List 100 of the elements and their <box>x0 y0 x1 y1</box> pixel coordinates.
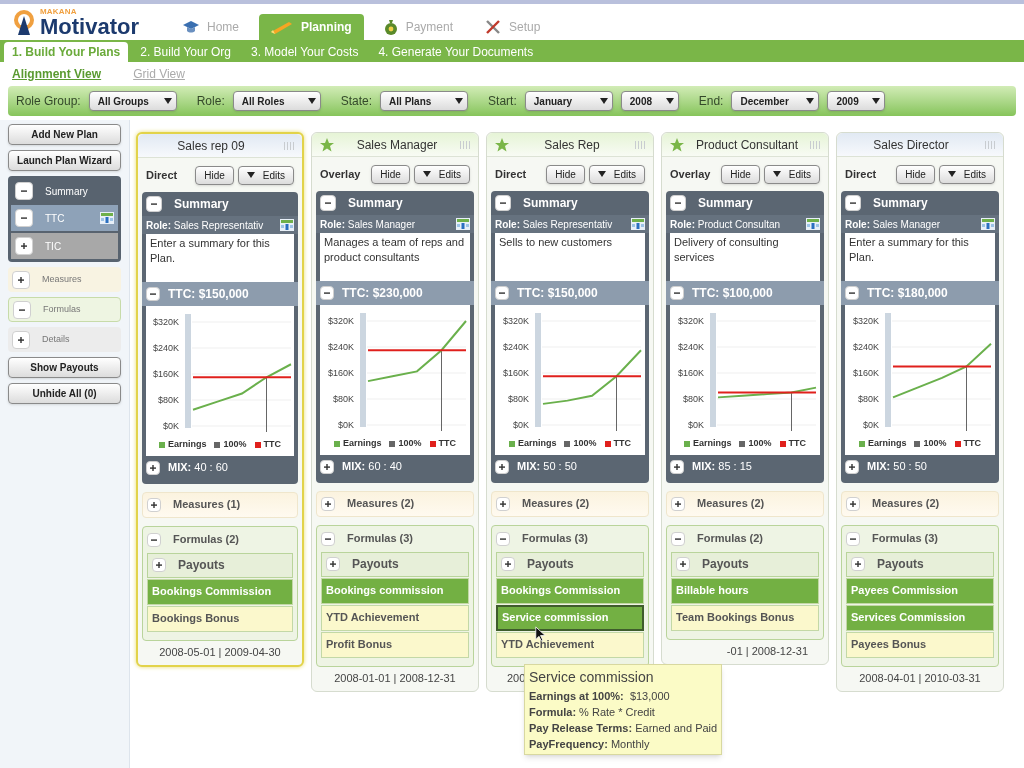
toggle-button[interactable] <box>670 195 686 211</box>
toggle-button[interactable] <box>501 557 515 571</box>
hide-button[interactable]: Hide <box>721 164 760 184</box>
toggle-button[interactable] <box>320 459 334 474</box>
filter-label: Role Group: <box>16 93 81 110</box>
summary-field[interactable]: Enter a summary for this Plan. <box>146 234 294 282</box>
select-field[interactable]: All Plans <box>380 91 469 111</box>
toggle-button[interactable] <box>670 286 684 300</box>
summary-field[interactable]: Enter a summary for this Plan. <box>845 233 995 281</box>
toggle-button[interactable] <box>15 182 33 200</box>
sidebar-button[interactable]: Add New Plan <box>8 124 121 145</box>
edits-button[interactable]: Edits <box>763 164 820 184</box>
payouts-row[interactable]: Payouts <box>147 552 293 578</box>
payouts-row[interactable]: Payouts <box>321 551 469 577</box>
formula-item[interactable]: Team Bookings Bonus <box>671 604 819 631</box>
toggle-button[interactable] <box>326 557 340 571</box>
section-title: Measures (2) <box>697 496 765 512</box>
toggle-button[interactable] <box>495 459 509 474</box>
hide-button[interactable]: Hide <box>896 164 935 184</box>
toggle-button[interactable] <box>320 286 334 300</box>
hide-button[interactable]: Hide <box>546 164 585 184</box>
panel-title: Summary <box>348 195 403 212</box>
formula-item[interactable]: YTD Achievement <box>496 631 644 658</box>
toggle-button[interactable] <box>495 286 509 300</box>
sidebar-section[interactable]: Formulas <box>8 297 121 322</box>
toggle-button[interactable] <box>845 195 861 211</box>
summary-field[interactable]: Delivery of consulting services <box>670 233 820 281</box>
hide-button[interactable]: Hide <box>195 165 234 185</box>
y-tick: $160K <box>677 368 704 378</box>
select-field[interactable]: December <box>731 91 820 111</box>
toggle-button[interactable] <box>845 459 859 474</box>
toggle-button[interactable] <box>321 496 335 511</box>
legend-item: Earnings <box>333 437 382 451</box>
toggle-button[interactable] <box>15 237 33 255</box>
sidebar-button[interactable]: Show Payouts <box>8 357 121 378</box>
caret-icon <box>246 172 255 178</box>
formula-item[interactable]: YTD Achievement <box>321 604 469 631</box>
minus-icon <box>849 199 857 207</box>
payouts-row[interactable]: Payouts <box>496 551 644 577</box>
plan-title: Sales rep 09 <box>176 137 246 155</box>
hide-button[interactable]: Hide <box>371 164 410 184</box>
toggle-button[interactable] <box>15 209 33 227</box>
sidebar-button[interactable]: Launch Plan Wizard <box>8 150 121 171</box>
summary-field[interactable]: Sells to new customers <box>495 233 645 281</box>
payouts-row[interactable]: Payouts <box>846 551 994 577</box>
org-chart-icon <box>631 218 645 230</box>
select-field[interactable]: All Groups <box>88 91 177 111</box>
toggle-button[interactable] <box>495 195 511 211</box>
toggle-button[interactable] <box>671 496 685 511</box>
toggle-button[interactable] <box>12 330 30 349</box>
toggle-button[interactable] <box>321 531 335 546</box>
edits-button[interactable]: Edits <box>413 164 470 184</box>
formula-item[interactable]: Payees Bonus <box>846 631 994 658</box>
sidebar-button[interactable]: Unhide All (0) <box>8 383 121 404</box>
edits-button[interactable]: Edits <box>237 165 294 185</box>
toggle-button[interactable] <box>146 460 160 475</box>
edits-button[interactable]: Edits <box>588 164 645 184</box>
legend-item: Earnings <box>683 437 732 451</box>
toggle-button[interactable] <box>320 195 336 211</box>
role-label: Role: Sales Manager <box>845 217 942 232</box>
toggle-button[interactable] <box>846 531 860 546</box>
plus-icon <box>673 462 681 471</box>
select-field[interactable]: 2008 <box>620 91 679 111</box>
plus-icon <box>499 499 507 508</box>
toggle-button[interactable] <box>152 558 166 572</box>
edits-button[interactable]: Edits <box>938 164 995 184</box>
select-field[interactable]: 2009 <box>827 91 886 111</box>
legend-item: TTC <box>254 438 281 452</box>
toggle-button[interactable] <box>147 497 161 512</box>
mix-label: MIX: 60 : 40 <box>342 459 402 475</box>
toggle-button[interactable] <box>146 287 160 301</box>
toggle-button[interactable] <box>845 286 859 300</box>
y-tick: $320K <box>152 317 179 327</box>
sidebar-section[interactable]: Measures <box>8 267 121 292</box>
summary-field[interactable]: Manages a team of reps and product consultants <box>320 233 470 281</box>
toggle-button[interactable] <box>846 496 860 511</box>
toggle-button[interactable] <box>496 496 510 511</box>
toggle-button[interactable] <box>676 557 690 571</box>
select-field[interactable]: All Roles <box>232 91 321 111</box>
sidebar-section[interactable]: Details <box>8 327 121 352</box>
toggle-button[interactable] <box>851 557 865 571</box>
date-range: -01 | 2008-12-31 <box>726 644 808 660</box>
toggle-button[interactable] <box>496 531 510 546</box>
toggle-button[interactable] <box>13 300 31 319</box>
payouts-label: Payouts <box>877 556 924 573</box>
payouts-row[interactable]: Payouts <box>671 551 819 577</box>
item-label: TTC <box>45 211 66 226</box>
y-tick: $80K <box>332 394 354 404</box>
toggle-button[interactable] <box>670 459 684 474</box>
role-label: Role: Sales Manager <box>320 217 417 232</box>
formula-item[interactable]: Profit Bonus <box>321 631 469 658</box>
y-tick: $240K <box>852 342 879 352</box>
select-field[interactable]: January <box>524 91 613 111</box>
formula-item[interactable]: Bookings Bonus <box>147 605 293 632</box>
toggle-button[interactable] <box>147 532 161 547</box>
toggle-button[interactable] <box>12 270 30 289</box>
minus-icon <box>324 199 332 207</box>
y-tick: $240K <box>327 342 354 352</box>
toggle-button[interactable] <box>671 531 685 546</box>
toggle-button[interactable] <box>146 196 162 212</box>
